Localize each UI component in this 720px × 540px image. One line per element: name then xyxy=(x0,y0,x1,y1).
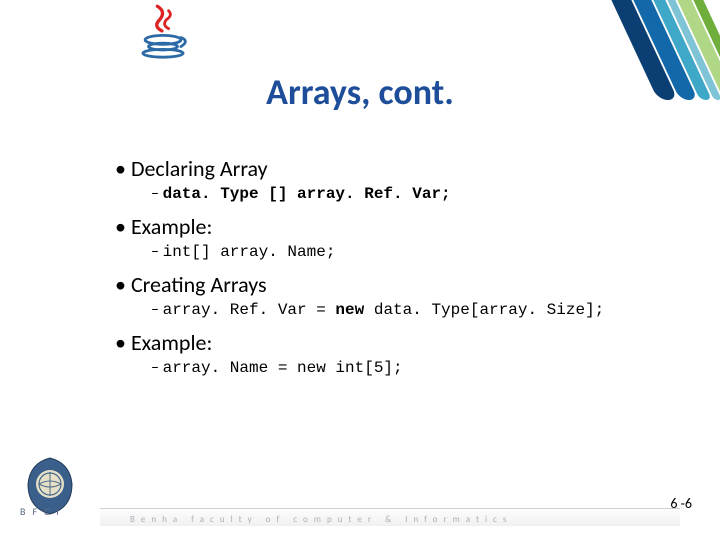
code-declaring: data. Type [] array. Ref. Var; xyxy=(151,184,660,203)
code-example2: array. Name = new int[5]; xyxy=(151,358,660,377)
bullet-declaring: Declaring Array xyxy=(115,155,660,182)
content-body: Declaring Array data. Type [] array. Ref… xyxy=(115,155,660,387)
footer-institution: Benha faculty of computer & Informatics xyxy=(130,514,512,525)
bullet-example2: Example: xyxy=(115,329,660,356)
bullet-example1: Example: xyxy=(115,213,660,240)
slide-title: Arrays, cont. xyxy=(0,70,720,114)
code-creating: array. Ref. Var = new data. Type[array. … xyxy=(151,300,660,319)
bullet-creating: Creating Arrays xyxy=(115,271,660,298)
footer-brand: BFCI xyxy=(20,505,66,518)
java-logo-icon xyxy=(135,4,191,60)
page-number: 6 -6 xyxy=(670,495,692,512)
code-example1: int[] array. Name; xyxy=(151,242,660,261)
